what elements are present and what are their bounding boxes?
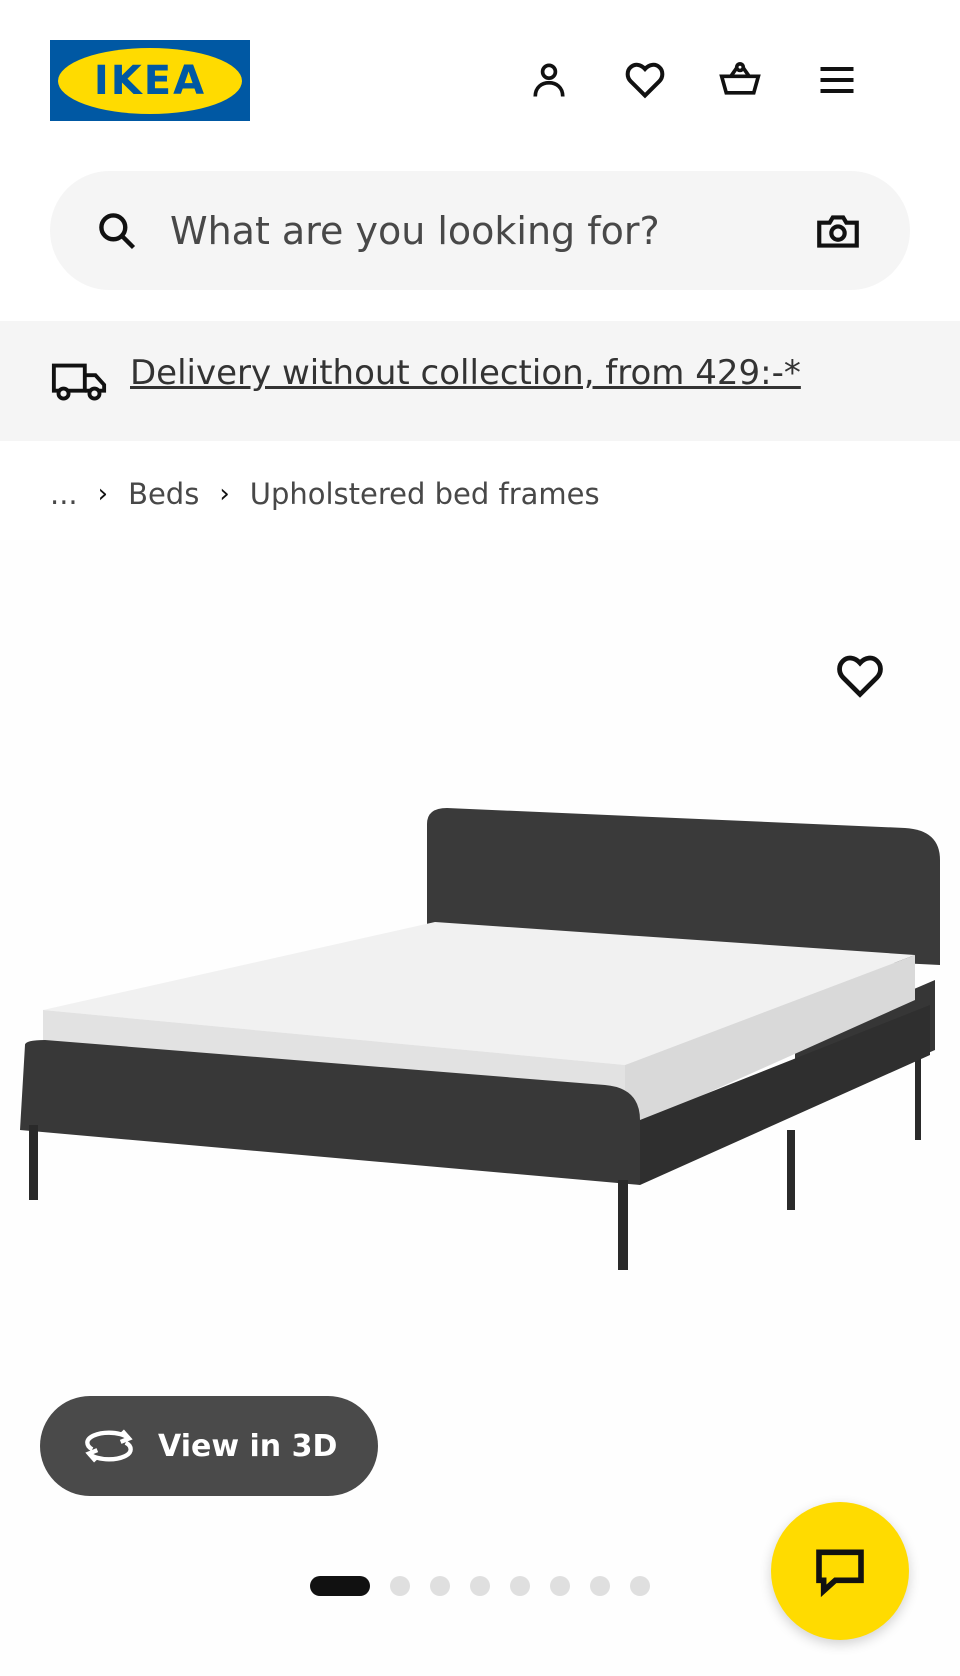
search-bar[interactable] — [50, 171, 910, 290]
carousel-indicator — [310, 1575, 670, 1597]
carousel-dot-2[interactable] — [390, 1576, 410, 1596]
view-in-3d-button[interactable]: View in 3D — [40, 1396, 378, 1496]
menu-icon[interactable] — [813, 56, 861, 104]
breadcrumb-ellipsis[interactable]: ... — [50, 477, 78, 511]
basket-icon[interactable] — [716, 56, 764, 104]
carousel-dot-4[interactable] — [470, 1576, 490, 1596]
heart-icon[interactable] — [621, 56, 669, 104]
delivery-banner: Delivery without collection, from 429:-* — [0, 321, 960, 441]
carousel-dot-3[interactable] — [430, 1576, 450, 1596]
truck-icon — [51, 363, 107, 401]
site-header: IKEA — [0, 0, 960, 160]
ikea-logo[interactable]: IKEA — [50, 40, 250, 121]
search-icon — [99, 213, 136, 250]
carousel-dot-8[interactable] — [630, 1576, 650, 1596]
search-input[interactable] — [170, 201, 690, 261]
product-image[interactable] — [15, 800, 945, 1310]
view-in-3d-label: View in 3D — [158, 1428, 338, 1464]
profile-icon[interactable] — [525, 56, 573, 104]
carousel-dot-6[interactable] — [550, 1576, 570, 1596]
rotate-3d-icon — [85, 1429, 133, 1463]
logo-oval: IKEA — [58, 47, 242, 114]
camera-icon[interactable] — [813, 206, 863, 256]
chat-button[interactable] — [771, 1502, 909, 1640]
carousel-dot-7[interactable] — [590, 1576, 610, 1596]
delivery-link[interactable]: Delivery without collection, from 429:-* — [130, 353, 801, 393]
breadcrumb-item-upholstered[interactable]: Upholstered bed frames — [250, 477, 600, 511]
carousel-dot-1[interactable] — [310, 1576, 370, 1596]
heart-icon[interactable] — [834, 650, 886, 702]
chevron-right-icon: › — [219, 479, 230, 509]
logo-text: IKEA — [93, 57, 207, 104]
chat-bubble-icon — [816, 1549, 864, 1598]
breadcrumb: ... › Beds › Upholstered bed frames — [50, 474, 600, 514]
product-page: IKEA What are you looking for? Delivery … — [0, 0, 960, 1676]
carousel-dot-5[interactable] — [510, 1576, 530, 1596]
breadcrumb-item-beds[interactable]: Beds — [128, 477, 199, 511]
chevron-right-icon: › — [97, 479, 109, 509]
